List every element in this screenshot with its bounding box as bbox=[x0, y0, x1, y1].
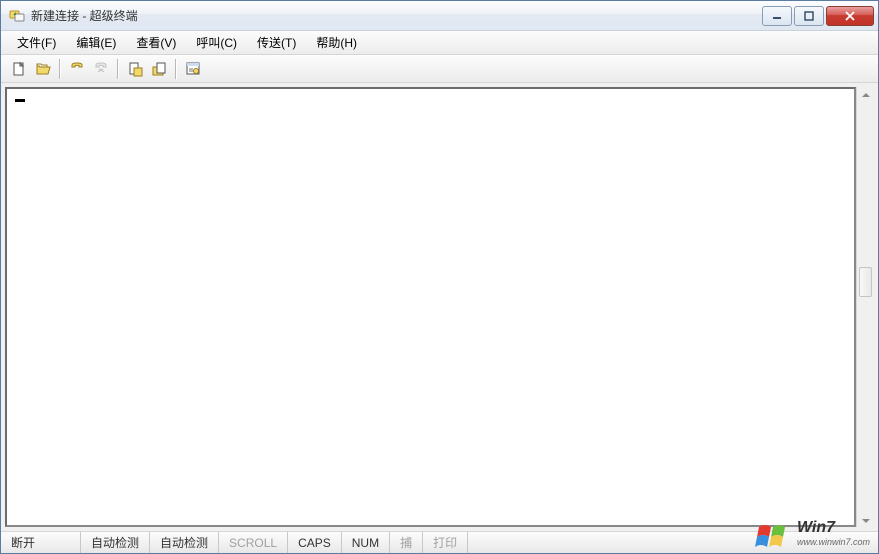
titlebar: 新建连接 - 超级终端 bbox=[1, 1, 878, 31]
menu-call[interactable]: 呼叫(C) bbox=[186, 31, 247, 54]
close-button[interactable] bbox=[826, 6, 874, 26]
toolbar-separator bbox=[59, 59, 61, 79]
status-num: NUM bbox=[342, 532, 390, 553]
scrollbar-track[interactable] bbox=[857, 101, 874, 515]
open-button[interactable] bbox=[33, 59, 53, 79]
status-connection: 断开 bbox=[1, 532, 81, 553]
content-area bbox=[1, 83, 878, 531]
menu-file[interactable]: 文件(F) bbox=[7, 31, 66, 54]
menu-edit[interactable]: 编辑(E) bbox=[66, 31, 126, 54]
receive-button[interactable] bbox=[149, 59, 169, 79]
toolbar bbox=[1, 55, 878, 83]
status-print: 打印 bbox=[423, 532, 468, 553]
properties-button[interactable] bbox=[183, 59, 203, 79]
send-file-icon bbox=[127, 61, 143, 77]
maximize-button[interactable] bbox=[794, 6, 824, 26]
phone-icon bbox=[69, 61, 85, 77]
status-scroll: SCROLL bbox=[219, 532, 288, 553]
menu-help[interactable]: 帮助(H) bbox=[306, 31, 367, 54]
statusbar: 断开 自动检测 自动检测 SCROLL CAPS NUM 捕 打印 bbox=[1, 531, 878, 553]
menu-view[interactable]: 查看(V) bbox=[126, 31, 186, 54]
disconnect-phone-icon bbox=[93, 61, 109, 77]
vertical-scrollbar[interactable] bbox=[856, 87, 874, 527]
window-title: 新建连接 - 超级终端 bbox=[31, 7, 760, 24]
properties-icon bbox=[185, 61, 201, 77]
app-window: 新建连接 - 超级终端 文件(F) 编辑(E) 查看(V) 呼叫(C) 传送(T… bbox=[0, 0, 879, 554]
menu-transfer[interactable]: 传送(T) bbox=[247, 31, 306, 54]
terminal-output[interactable] bbox=[5, 87, 856, 527]
toolbar-separator bbox=[175, 59, 177, 79]
scroll-up-icon bbox=[860, 89, 872, 101]
minimize-icon bbox=[772, 11, 782, 21]
scrollbar-thumb[interactable] bbox=[859, 267, 872, 297]
status-capture: 捕 bbox=[390, 532, 423, 553]
text-cursor bbox=[15, 99, 25, 102]
minimize-button[interactable] bbox=[762, 6, 792, 26]
disconnect-button bbox=[91, 59, 111, 79]
status-detect1: 自动检测 bbox=[81, 532, 150, 553]
send-button[interactable] bbox=[125, 59, 145, 79]
new-button[interactable] bbox=[9, 59, 29, 79]
status-caps: CAPS bbox=[288, 532, 342, 553]
new-file-icon bbox=[11, 61, 27, 77]
open-folder-icon bbox=[35, 61, 51, 77]
close-icon bbox=[844, 11, 856, 21]
connect-button[interactable] bbox=[67, 59, 87, 79]
status-detect2: 自动检测 bbox=[150, 532, 219, 553]
maximize-icon bbox=[804, 11, 814, 21]
app-icon bbox=[9, 8, 25, 24]
scroll-down-icon bbox=[860, 515, 872, 527]
toolbar-separator bbox=[117, 59, 119, 79]
window-controls bbox=[760, 6, 874, 26]
receive-file-icon bbox=[151, 61, 167, 77]
menubar: 文件(F) 编辑(E) 查看(V) 呼叫(C) 传送(T) 帮助(H) bbox=[1, 31, 878, 55]
